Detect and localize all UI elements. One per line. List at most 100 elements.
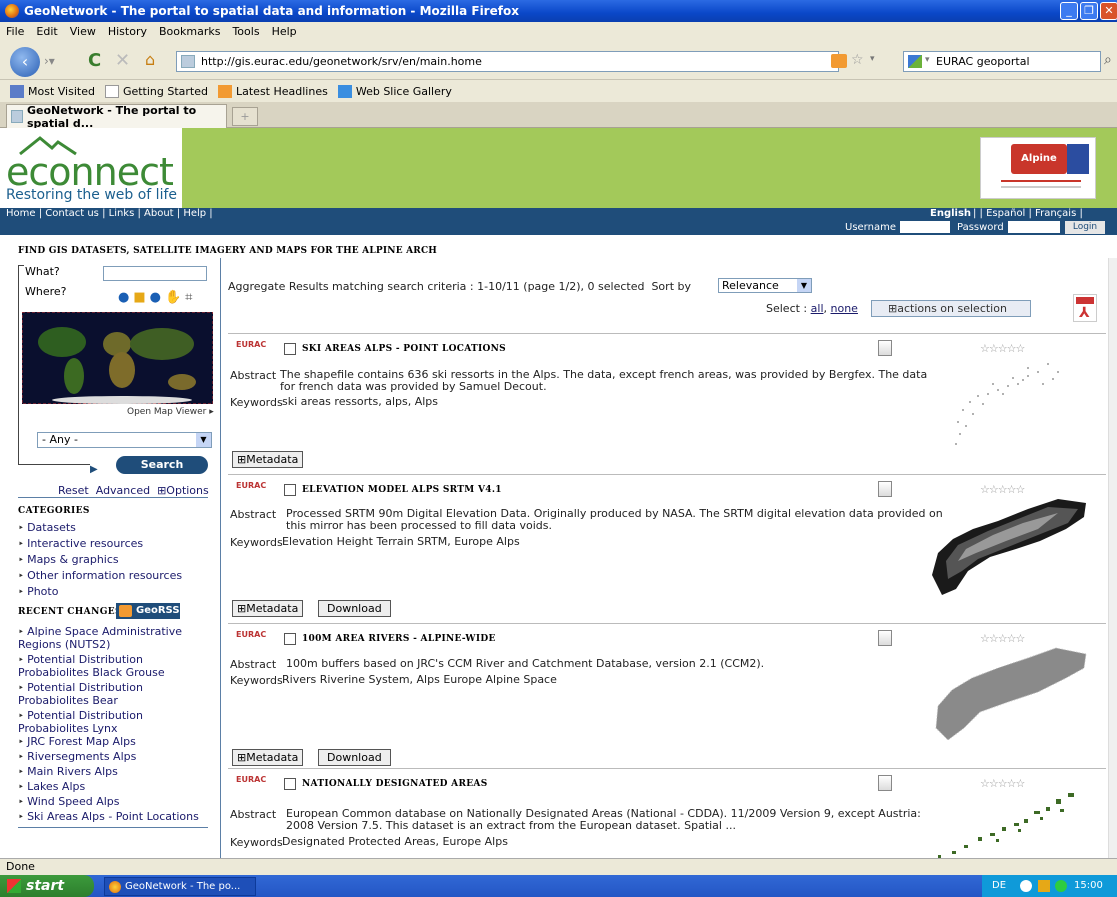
url-dropdown-icon[interactable]: ▾: [870, 54, 875, 64]
login-button[interactable]: Login: [1065, 221, 1105, 234]
reset-link[interactable]: Reset: [58, 484, 89, 497]
category-item[interactable]: Photo: [18, 584, 182, 600]
menu-view[interactable]: View: [70, 25, 96, 38]
record-title[interactable]: 100M AREA RIVERS - ALPINE-WIDE: [302, 634, 496, 644]
recent-item[interactable]: Potential Distribution Probabiolites Lyn…: [18, 710, 208, 735]
start-button[interactable]: start: [0, 875, 94, 897]
recent-item[interactable]: JRC Forest Map Alps: [18, 735, 208, 750]
tab-geonetwork[interactable]: GeoNetwork - The portal to spatial d...: [6, 104, 227, 130]
record-title[interactable]: ELEVATION MODEL ALPS SRTM V4.1: [302, 485, 502, 495]
metadata-doc-icon[interactable]: [878, 481, 892, 497]
metadata-doc-icon[interactable]: [878, 775, 892, 791]
engine-dropdown-icon[interactable]: ▾: [925, 55, 930, 65]
address-bar[interactable]: http://gis.eurac.edu/geonetwork/srv/en/m…: [176, 51, 875, 72]
site-nav-links[interactable]: Home | Contact us | Links | About | Help…: [6, 208, 213, 220]
site-navigation: Home | Contact us | Links | About | Help…: [0, 208, 1117, 231]
rss-feed-icon[interactable]: [831, 54, 847, 68]
recent-item[interactable]: Lakes Alps: [18, 780, 208, 795]
record-checkbox[interactable]: [284, 343, 296, 355]
metadata-doc-icon[interactable]: [878, 630, 892, 646]
menu-file[interactable]: File: [6, 25, 24, 38]
reload-icon[interactable]: C: [88, 50, 101, 71]
record-checkbox[interactable]: [284, 633, 296, 645]
recent-item[interactable]: Main Rivers Alps: [18, 765, 208, 780]
options-toggle[interactable]: ⊞Options: [157, 484, 209, 497]
arrow-pointer-icon: ▶: [90, 464, 98, 475]
lang-english[interactable]: English: [930, 208, 971, 220]
metadata-doc-icon[interactable]: [878, 340, 892, 356]
record-checkbox[interactable]: [284, 778, 296, 790]
full-extent-icon[interactable]: ⌗: [185, 290, 192, 305]
open-map-viewer-link[interactable]: Open Map Viewer ▸: [127, 407, 214, 417]
record-checkbox[interactable]: [284, 484, 296, 496]
category-item[interactable]: Interactive resources: [18, 536, 182, 552]
back-arrow-icon[interactable]: ‹: [10, 47, 40, 77]
window-titlebar: GeoNetwork - The portal to spatial data …: [0, 0, 1117, 22]
menu-tools[interactable]: Tools: [232, 25, 259, 38]
forward-arrow-icon[interactable]: ›▾: [44, 54, 55, 68]
select-none-link[interactable]: none: [831, 302, 858, 315]
metadata-button[interactable]: ⊞Metadata: [232, 451, 304, 468]
search-button[interactable]: Search: [116, 456, 208, 474]
sort-select[interactable]: Relevance ▼: [718, 278, 812, 293]
username-input[interactable]: [900, 221, 950, 233]
metadata-button[interactable]: ⊞Metadata: [232, 600, 304, 617]
bookmark-web-slice-gallery[interactable]: Web Slice Gallery: [337, 84, 452, 98]
alpine-space-logo[interactable]: Alpine Space: [980, 137, 1096, 199]
menu-history[interactable]: History: [108, 25, 147, 38]
stop-icon[interactable]: ✕: [115, 50, 130, 71]
recent-item[interactable]: Wind Speed Alps: [18, 795, 208, 810]
menu-help[interactable]: Help: [272, 25, 297, 38]
new-tab-button[interactable]: +: [232, 107, 258, 126]
metadata-button[interactable]: ⊞Metadata: [232, 749, 304, 766]
bookmark-getting-started[interactable]: Getting Started: [104, 84, 208, 98]
category-item[interactable]: Maps & graphics: [18, 552, 182, 568]
home-icon[interactable]: ⌂: [145, 50, 155, 69]
advanced-link[interactable]: Advanced: [96, 484, 150, 497]
recent-item[interactable]: Alpine Space Administrative Regions (NUT…: [18, 626, 208, 651]
georss-button[interactable]: GeoRSS: [116, 603, 180, 619]
zoom-in-icon[interactable]: ■: [133, 290, 145, 305]
menu-bookmarks[interactable]: Bookmarks: [159, 25, 220, 38]
record-thumbnail[interactable]: [928, 644, 1088, 744]
record-thumbnail[interactable]: [928, 354, 1068, 454]
tray-icon[interactable]: [1020, 880, 1032, 892]
search-engine-icon[interactable]: [908, 55, 922, 68]
record-thumbnail[interactable]: [928, 495, 1088, 599]
recent-item[interactable]: Riversegments Alps: [18, 750, 208, 765]
category-item[interactable]: Other information resources: [18, 568, 182, 584]
search-go-icon[interactable]: ⌕: [1104, 52, 1112, 68]
download-button[interactable]: Download: [318, 600, 391, 617]
tray-icon[interactable]: [1055, 880, 1067, 892]
maximize-button[interactable]: ❐: [1080, 2, 1098, 20]
record-title[interactable]: SKI AREAS ALPS - POINT LOCATIONS: [302, 344, 506, 354]
minimize-button[interactable]: _: [1060, 2, 1078, 20]
language-indicator[interactable]: DE: [992, 880, 1006, 891]
page-scrollbar[interactable]: [1108, 258, 1117, 858]
record-title[interactable]: NATIONALLY DESIGNATED AREAS: [302, 779, 488, 789]
region-select[interactable]: - Any - ▼: [37, 432, 212, 448]
recent-item[interactable]: Potential Distribution Probabiolites Bla…: [18, 654, 208, 679]
search-engine-box[interactable]: ▾ EURAC geoportal: [903, 51, 1101, 72]
select-all-link[interactable]: all: [811, 302, 824, 315]
recent-item[interactable]: Ski Areas Alps - Point Locations: [18, 810, 208, 828]
close-window-button[interactable]: ✕: [1100, 2, 1117, 20]
download-button[interactable]: Download: [318, 749, 391, 766]
taskbar-item-firefox[interactable]: GeoNetwork - The po...: [104, 877, 256, 896]
bookmark-latest-headlines[interactable]: Latest Headlines: [218, 84, 328, 98]
pan-hand-icon[interactable]: ✋: [165, 290, 181, 305]
world-map[interactable]: [22, 312, 213, 404]
actions-on-selection[interactable]: ⊞actions on selection: [871, 300, 1031, 317]
zoom-out-icon[interactable]: ●: [118, 290, 129, 305]
pdf-export-icon[interactable]: ⅄: [1073, 294, 1097, 322]
bookmark-star-icon[interactable]: ☆: [851, 52, 864, 68]
record-thumbnail[interactable]: [928, 789, 1088, 859]
recent-item[interactable]: Potential Distribution Probabiolites Bea…: [18, 682, 208, 707]
category-item[interactable]: Datasets: [18, 520, 182, 536]
what-input[interactable]: [103, 266, 207, 281]
bookmark-most-visited[interactable]: Most Visited: [10, 84, 95, 98]
zoom-icon[interactable]: ●: [150, 290, 161, 305]
password-input[interactable]: [1008, 221, 1060, 233]
tray-icon[interactable]: [1038, 880, 1050, 892]
menu-edit[interactable]: Edit: [36, 25, 57, 38]
